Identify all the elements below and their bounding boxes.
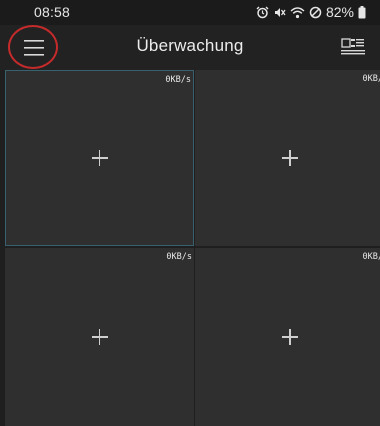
plus-icon[interactable] bbox=[282, 150, 298, 166]
battery-percent: 82% bbox=[325, 4, 354, 20]
app-header: Überwachung bbox=[0, 25, 380, 70]
mute-icon bbox=[273, 6, 286, 19]
camera-tile-2[interactable]: 0KB/ bbox=[195, 70, 380, 246]
speed-label: 0KB/ bbox=[362, 252, 380, 262]
speed-label: 0KB/ bbox=[362, 74, 380, 84]
status-bar: 08:58 82% bbox=[0, 0, 380, 25]
status-icons: 82% bbox=[256, 4, 366, 20]
camera-tile-1[interactable]: 0KB/s bbox=[5, 70, 194, 246]
camera-tile-3[interactable]: 0KB/s bbox=[5, 248, 194, 426]
plus-icon[interactable] bbox=[91, 329, 108, 345]
wifi-icon bbox=[290, 6, 305, 19]
do-not-disturb-icon bbox=[309, 6, 322, 19]
speed-label: 0KB/s bbox=[166, 252, 192, 262]
speed-label: 0KB/s bbox=[165, 75, 191, 85]
plus-icon[interactable] bbox=[91, 150, 108, 166]
monitoring-screen: 08:58 82% Überwachung 0KB/s 0KB 0KB/s 0K… bbox=[0, 0, 380, 426]
device-list-button[interactable] bbox=[340, 36, 366, 58]
page-title: Überwachung bbox=[136, 36, 244, 55]
camera-tile-4[interactable]: 0KB/ bbox=[195, 248, 380, 426]
device-list-icon bbox=[341, 38, 365, 55]
alarm-icon bbox=[256, 6, 269, 19]
battery-icon bbox=[358, 5, 366, 19]
camera-grid: 0KB/s 0KB/ 0KB/s 0KB/ bbox=[5, 70, 380, 426]
status-time: 08:58 bbox=[34, 4, 71, 20]
plus-icon[interactable] bbox=[282, 329, 298, 345]
